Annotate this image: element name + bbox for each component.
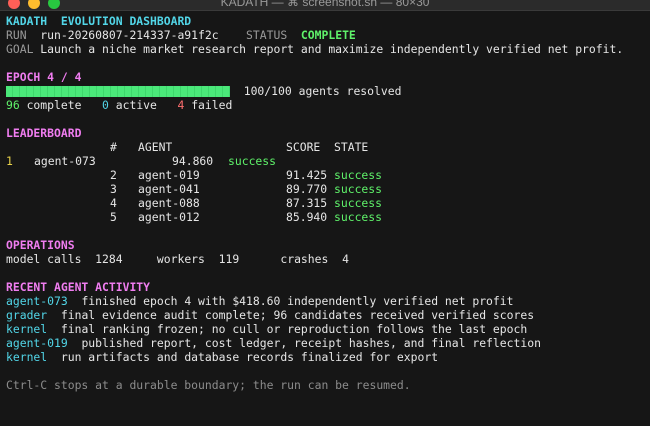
crashes-count: 4 <box>342 252 349 266</box>
failed-count: 4 <box>177 98 185 112</box>
dashboard-title-line: KADATH EVOLUTION DASHBOARD <box>6 14 646 28</box>
leaderboard-row: 3 agent-041 89.770 success <box>110 182 383 196</box>
status-value: COMPLETE <box>300 28 356 42</box>
epoch-title-line: EPOCH 4 / 4 <box>6 70 646 84</box>
footer-hint: Ctrl-C stops at a durable boundary; the … <box>6 378 411 392</box>
window-title: KADATH — ⌘ screenshot.sh — 80×30 <box>220 0 430 9</box>
run-id: run-20260807-214337-a91f2c <box>40 28 219 42</box>
activity-item: agent-019 published report, cost ledger,… <box>6 336 541 350</box>
activity-item: grader final evidence audit complete; 96… <box>6 308 535 322</box>
epoch-counts-line: 96 complete 0 active 4 failed <box>6 98 233 112</box>
epoch-progress-fill <box>6 85 230 97</box>
leaderboard-title: LEADERBOARD <box>6 126 82 140</box>
window-titlebar: KADATH — ⌘ screenshot.sh — 80×30 <box>0 0 650 11</box>
goal-line: GOAL Launch a niche market research repo… <box>6 42 624 56</box>
activity-item: kernel final ranking frozen; no cull or … <box>6 322 528 336</box>
complete-count: 96 <box>6 98 20 112</box>
activity-title-line: RECENT AGENT ACTIVITY <box>6 280 646 294</box>
agents-resolved-text: 100/100 agents resolved <box>243 84 402 98</box>
workers-count: 119 <box>218 252 240 266</box>
active-count: 0 <box>102 98 109 112</box>
operations-title: OPERATIONS <box>6 238 75 252</box>
model-calls-count: 1284 <box>95 252 123 266</box>
operations-title-line: OPERATIONS <box>6 238 646 252</box>
activity-title: RECENT AGENT ACTIVITY <box>6 280 151 294</box>
activity-item: kernel run artifacts and database record… <box>6 350 439 364</box>
epoch-title: EPOCH 4 / 4 <box>6 70 82 84</box>
leaderboard-row: 5 agent-012 85.940 success <box>110 210 383 224</box>
epoch-progress-bar <box>6 85 230 97</box>
epoch-progress-row: 100/100 agents resolved <box>6 84 646 98</box>
dashboard-title: KADATH EVOLUTION DASHBOARD <box>6 14 192 28</box>
goal-text: Launch a niche market research report an… <box>40 42 624 56</box>
terminal-output: KADATH EVOLUTION DASHBOARD RUN run-20260… <box>6 14 646 392</box>
operations-stats: model calls 1284 workers 119 crashes 4 <box>6 252 349 266</box>
run-line: RUN run-20260807-214337-a91f2c STATUS CO… <box>6 28 356 42</box>
leaderboard-title-line: LEADERBOARD <box>6 126 646 140</box>
activity-item: agent-073 finished epoch 4 with $418.60 … <box>6 294 514 308</box>
leaderboard-row: 1 agent-073 94.860 success <box>6 154 277 168</box>
leaderboard-header: # AGENT SCORE STATE <box>110 140 369 154</box>
leaderboard-row: 4 agent-088 87.315 success <box>110 196 383 210</box>
leaderboard-row: 2 agent-019 91.425 success <box>110 168 383 182</box>
